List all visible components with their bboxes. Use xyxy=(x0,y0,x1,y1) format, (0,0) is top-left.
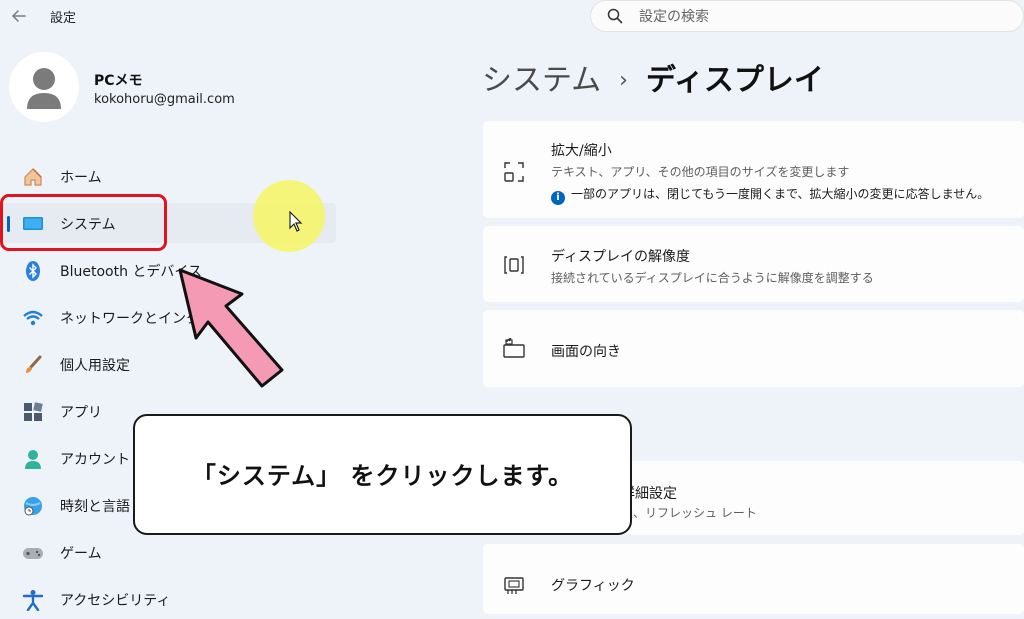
card-title: 拡大/縮小 xyxy=(551,143,612,159)
orientation-icon xyxy=(503,338,525,358)
sidebar-item-label: ゲーム xyxy=(60,546,102,562)
gamepad-icon xyxy=(23,548,43,559)
search-box[interactable] xyxy=(590,0,1024,32)
globe-clock-icon xyxy=(24,497,42,516)
card-subtitle: テキスト、アプリ、その他の項目のサイズを変更します xyxy=(551,165,850,179)
card-title: 画面の向き xyxy=(551,344,621,360)
brush-icon xyxy=(26,355,42,373)
resolution-card[interactable]: ディスプレイの解像度 接続されているディスプレイに合うように解像度を調整する xyxy=(483,226,1024,302)
graphics-card[interactable]: グラフィック xyxy=(483,544,1024,614)
graphics-card-icon xyxy=(504,577,524,594)
resolution-icon xyxy=(504,256,524,274)
title-bar: 設定 xyxy=(0,0,1024,34)
mouse-cursor-icon xyxy=(289,211,303,232)
profile-name: PCメモ xyxy=(94,73,143,89)
accessibility-icon xyxy=(22,590,44,611)
card-subtitle: 報、リフレッシュ レート xyxy=(621,506,757,520)
scale-card[interactable]: 拡大/縮小 テキスト、アプリ、その他の項目のサイズを変更します i 一部のアプリは… xyxy=(483,121,1024,218)
sidebar-item-label: ホーム xyxy=(60,170,102,186)
back-arrow-icon[interactable] xyxy=(8,6,30,26)
profile-email: kokohoru@gmail.com xyxy=(94,92,235,107)
account-icon xyxy=(25,450,41,469)
card-subtitle: 接続されているディスプレイに合うように解像度を調整する xyxy=(551,271,874,285)
home-icon xyxy=(24,168,42,186)
sidebar-item-accessibility[interactable]: アクセシビリティ xyxy=(0,579,336,619)
sidebar-item-label: アクセシビリティ xyxy=(60,593,171,609)
bluetooth-icon xyxy=(26,261,40,281)
app-title: 設定 xyxy=(50,11,77,26)
search-input[interactable] xyxy=(637,5,1001,29)
orientation-card[interactable]: 画面の向き xyxy=(483,310,1024,387)
sidebar-item-gaming[interactable]: ゲーム xyxy=(0,532,336,572)
instruction-callout: 「システム」 をクリックします。 xyxy=(133,414,632,535)
breadcrumb: システム › ディスプレイ xyxy=(482,55,824,99)
card-title: ディスプレイの解像度 xyxy=(551,249,691,265)
apps-icon xyxy=(24,402,43,421)
card-title: グラフィック xyxy=(551,578,635,594)
card-info-text: 一部のアプリは、閉じてもう一度開くまで、拡大縮小の変更に応答しません。 xyxy=(571,187,990,201)
highlight-box xyxy=(0,194,167,251)
page-title: ディスプレイ xyxy=(645,63,824,98)
pointer-arrow-icon xyxy=(178,268,284,388)
sidebar-item-label: 時刻と言語 xyxy=(60,499,130,515)
user-avatar-icon[interactable] xyxy=(9,52,79,122)
sidebar-item-label: 個人用設定 xyxy=(60,358,130,374)
breadcrumb-separator: › xyxy=(619,68,628,93)
breadcrumb-parent[interactable]: システム xyxy=(482,63,601,98)
instruction-text: 「システム」 をクリックします。 xyxy=(191,462,574,490)
search-icon xyxy=(607,8,623,24)
info-icon: i xyxy=(551,191,565,205)
sidebar-item-label: アプリ xyxy=(60,405,102,421)
wifi-icon xyxy=(23,310,43,326)
card-info: i 一部のアプリは、閉じてもう一度開くまで、拡大縮小の変更に応答しません。 xyxy=(551,185,989,205)
sidebar-item-label: アカウント xyxy=(60,452,130,468)
scale-icon xyxy=(504,162,524,182)
